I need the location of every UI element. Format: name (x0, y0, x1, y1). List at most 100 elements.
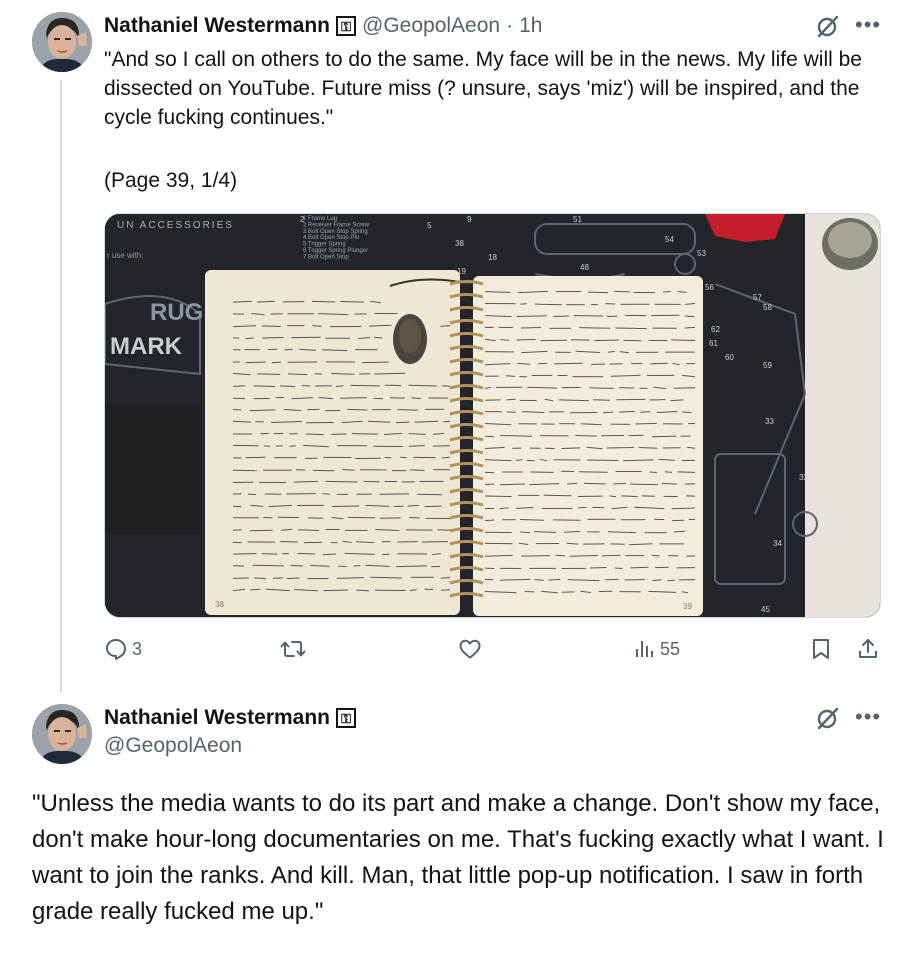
handwriting-stroke (651, 554, 660, 557)
handwriting-stroke (520, 531, 530, 534)
reply-button[interactable]: 3 (104, 637, 142, 661)
retweet-button[interactable] (280, 637, 310, 661)
parts-list-item: 7 Bolt Open Stop (303, 254, 349, 260)
part-number: 62 (711, 325, 720, 334)
handwriting-stroke (289, 445, 296, 447)
brand-line2: MARK (110, 333, 183, 360)
handwriting-stroke (262, 336, 284, 339)
avatar[interactable] (32, 704, 92, 764)
handwriting-stroke (253, 385, 276, 387)
handwriting-stroke (441, 589, 451, 591)
handwriting-stroke (594, 339, 619, 342)
handwriting-stroke (286, 577, 300, 580)
handwriting-stroke (587, 291, 608, 294)
share-icon (859, 639, 877, 658)
parts-list-item: 4 Bolt Open Stop Pin (303, 235, 359, 241)
parts-list-item: 2 Receiver Frame Screw (303, 222, 370, 228)
action-bar: 3 55 (104, 637, 884, 667)
handwriting-stroke (356, 589, 369, 592)
tweet-text: "And so I call on others to do the same.… (104, 48, 868, 129)
timestamp[interactable]: 1h (519, 12, 542, 40)
handwriting-stroke (602, 554, 621, 557)
bookmark-button[interactable] (810, 637, 832, 661)
badge-icon: ⚿ (336, 708, 357, 728)
handwriting-stroke (411, 397, 421, 399)
handwriting-stroke (484, 495, 512, 498)
part-number: 2 (300, 215, 305, 224)
handwriting-stroke (520, 303, 527, 305)
handwriting-stroke (605, 578, 619, 581)
handwriting-stroke (651, 435, 677, 438)
handwriting-stroke (261, 325, 281, 328)
handwriting-stroke (347, 516, 376, 519)
slashed-circle-icon[interactable] (815, 705, 841, 731)
retweet-icon (280, 641, 306, 657)
handwriting-stroke (440, 325, 451, 327)
more-icon[interactable]: ••• (855, 706, 881, 728)
handwriting-stroke (437, 529, 451, 531)
handwriting-stroke (561, 447, 581, 449)
part-number: 58 (763, 303, 772, 312)
views-icon (636, 641, 653, 657)
author-name[interactable]: Nathaniel Westermann (104, 12, 330, 40)
handwriting-stroke (252, 564, 284, 567)
handwriting-stroke (347, 408, 368, 411)
part-number: 18 (488, 253, 497, 262)
handwriting-stroke (684, 326, 696, 329)
part-number: 51 (573, 215, 582, 224)
page-number-right: 39 (683, 602, 692, 611)
handwriting-stroke (325, 480, 358, 483)
parts-list-item: 5 Trigger Spring (303, 242, 346, 248)
handwriting-stroke (261, 553, 278, 555)
handwriting-stroke (340, 300, 364, 303)
part-number: 38 (455, 239, 464, 248)
reply-icon (106, 639, 126, 660)
author-handle[interactable]: @GeopolAeon (104, 734, 242, 758)
like-button[interactable] (458, 637, 486, 661)
media-image[interactable]: UN ACCESSORIES r use with: RUG MARK 1 Fr… (104, 213, 881, 618)
handwriting-stroke (323, 589, 349, 592)
parts-list-item: 1 Frame Lug (303, 216, 337, 222)
handwriting-stroke (312, 300, 336, 303)
part-number: 32 (799, 473, 808, 482)
handwriting-stroke (579, 327, 611, 329)
handwriting-stroke (614, 290, 630, 293)
handwriting-stroke (543, 494, 572, 497)
views-button[interactable]: 55 (634, 637, 680, 661)
handwriting-stroke (649, 471, 657, 473)
part-number: 53 (697, 249, 706, 258)
part-number: 34 (773, 539, 782, 548)
share-button[interactable] (856, 637, 880, 661)
handwriting-stroke (397, 409, 419, 411)
heart-icon (459, 639, 481, 659)
slashed-circle-icon[interactable] (815, 13, 841, 39)
handwriting-stroke (635, 422, 657, 425)
handwriting-stroke (257, 373, 281, 375)
handwriting-stroke (288, 373, 308, 376)
handwriting-stroke (534, 303, 562, 306)
handwriting-stroke (310, 565, 330, 567)
avatar[interactable] (32, 12, 92, 72)
handwriting-stroke (484, 435, 495, 438)
handwriting-stroke (232, 300, 252, 303)
handwriting-stroke (516, 315, 547, 317)
author-name[interactable]: Nathaniel Westermann (104, 704, 330, 732)
separator: · (506, 14, 514, 37)
bookmark-icon (813, 639, 829, 659)
part-number: 59 (763, 361, 772, 370)
part-number: 57 (753, 293, 762, 302)
handwriting-stroke (606, 446, 634, 449)
handwriting-stroke (272, 577, 283, 579)
handwriting-stroke (254, 577, 266, 580)
more-icon[interactable]: ••• (855, 14, 881, 36)
part-number: 48 (580, 263, 589, 272)
part-number: 33 (765, 417, 774, 426)
author-handle[interactable]: @GeopolAeon (362, 12, 500, 40)
banner-label: UN ACCESSORIES (117, 220, 234, 231)
handwriting-stroke (440, 577, 451, 579)
handwriting-stroke (305, 433, 324, 436)
part-number: 56 (705, 283, 714, 292)
tweet-header: Nathaniel Westermann ⚿ (104, 704, 357, 732)
tweet-header: Nathaniel Westermann ⚿ @GeopolAeon · 1h (104, 12, 542, 40)
part-number: 45 (761, 605, 770, 614)
